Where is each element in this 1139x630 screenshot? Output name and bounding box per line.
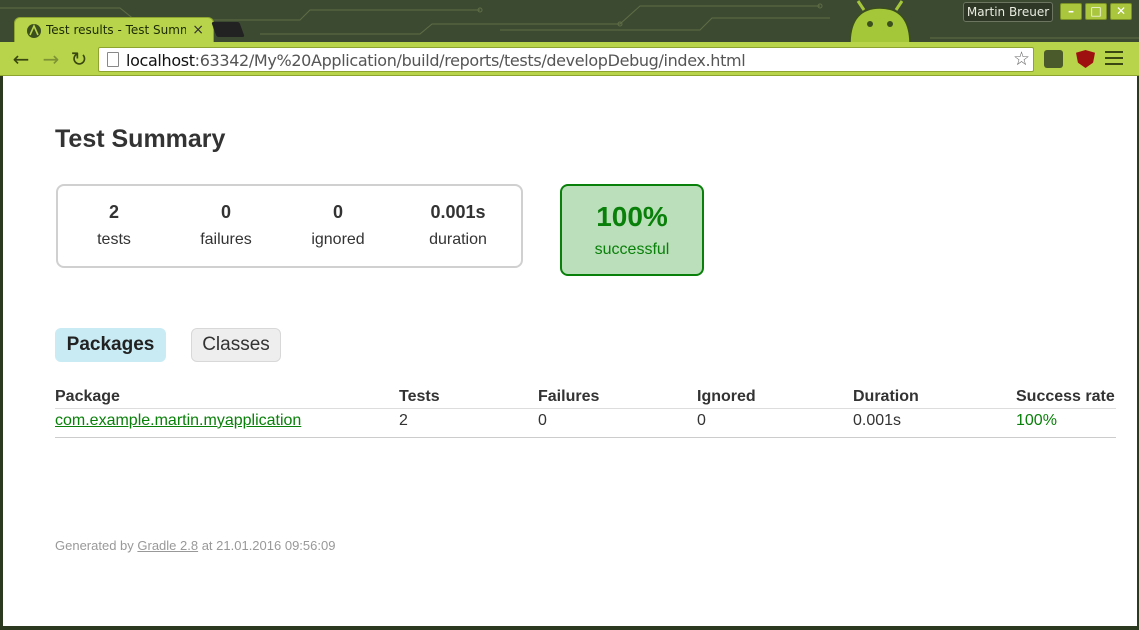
table-row: com.example.martin.myapplication 2 0 0 0… (55, 408, 1116, 438)
duration-counter: 0.001s duration (394, 202, 522, 249)
duration-value: 0.001s (430, 202, 486, 222)
hamburger-menu-icon[interactable] (1105, 51, 1123, 65)
failures-counter: 0 failures (170, 202, 282, 249)
address-bar[interactable]: localhost:63342/My%20Application/build/r… (98, 47, 1034, 72)
cell-failures: 0 (538, 408, 697, 438)
success-rate-box: 100% successful (560, 184, 704, 276)
url-path: :63342/My%20Application/build/reports/te… (194, 51, 746, 70)
footer-suffix: at 21.01.2016 09:56:09 (198, 538, 336, 553)
success-rate-value: 100% (596, 201, 668, 232)
tests-count: 2 (108, 202, 119, 222)
new-tab-button[interactable] (211, 22, 245, 37)
tests-counter: 2 tests (58, 202, 170, 249)
bookmark-star-icon[interactable]: ☆ (1013, 48, 1030, 71)
failures-count: 0 (220, 202, 231, 222)
gradle-link[interactable]: Gradle 2.8 (137, 538, 198, 553)
ignored-label: ignored (311, 231, 365, 248)
failures-label: failures (200, 231, 252, 248)
reload-icon[interactable]: ↻ (68, 48, 90, 70)
tab-classes[interactable]: Classes (191, 328, 281, 362)
duration-label: duration (429, 231, 487, 248)
minimize-icon[interactable]: – (1060, 3, 1082, 20)
browser-titlebar: Test results - Test Summ × Martin Breuer… (0, 0, 1139, 42)
maximize-icon[interactable]: □ (1085, 3, 1107, 20)
header-duration: Duration (853, 386, 1016, 409)
header-tests: Tests (399, 386, 538, 409)
tab-title: Test results - Test Summ (46, 23, 186, 37)
page-content: Test Summary 2 tests 0 failures 0 ignore… (3, 76, 1137, 626)
browser-toolbar: ← → ↻ localhost:63342/My%20Application/b… (0, 42, 1139, 76)
browser-tab-active[interactable]: Test results - Test Summ × (14, 17, 214, 42)
ublock-extension-icon[interactable] (1076, 50, 1095, 68)
tests-label: tests (97, 231, 131, 248)
ignored-counter: 0 ignored (282, 202, 394, 249)
url-host: localhost (126, 51, 195, 70)
package-link[interactable]: com.example.martin.myapplication (55, 412, 301, 429)
cell-ignored: 0 (697, 408, 853, 438)
header-package: Package (55, 386, 399, 409)
close-window-icon[interactable]: ✕ (1110, 3, 1132, 20)
header-failures: Failures (538, 386, 697, 409)
page-icon (107, 52, 119, 67)
cell-duration: 0.001s (853, 408, 1016, 438)
tab-close-icon[interactable]: × (192, 22, 204, 38)
cell-tests: 2 (399, 408, 538, 438)
page-title: Test Summary (55, 125, 226, 153)
cell-package: com.example.martin.myapplication (55, 408, 399, 438)
packages-table: Package Tests Failures Ignored Duration … (55, 386, 1116, 438)
android-robot-icon (849, 0, 911, 42)
success-rate-label: successful (594, 241, 670, 258)
android-studio-favicon-icon (27, 24, 41, 38)
profile-button[interactable]: Martin Breuer (963, 2, 1053, 22)
footer-prefix: Generated by (55, 538, 138, 553)
table-header-row: Package Tests Failures Ignored Duration … (55, 386, 1116, 409)
cell-success-rate: 100% (1016, 408, 1116, 438)
header-ignored: Ignored (697, 386, 853, 409)
url-text[interactable]: localhost:63342/My%20Application/build/r… (126, 51, 746, 70)
ignored-count: 0 (332, 202, 343, 222)
summary-counters: 2 tests 0 failures 0 ignored 0.001s dura… (56, 184, 523, 268)
forward-arrow-icon[interactable]: → (40, 48, 62, 70)
tab-packages[interactable]: Packages (55, 328, 166, 362)
header-success-rate: Success rate (1016, 386, 1116, 409)
back-arrow-icon[interactable]: ← (10, 48, 32, 70)
footer: Generated by Gradle 2.8 at 21.01.2016 09… (55, 538, 335, 553)
pocket-extension-icon[interactable] (1044, 50, 1063, 68)
